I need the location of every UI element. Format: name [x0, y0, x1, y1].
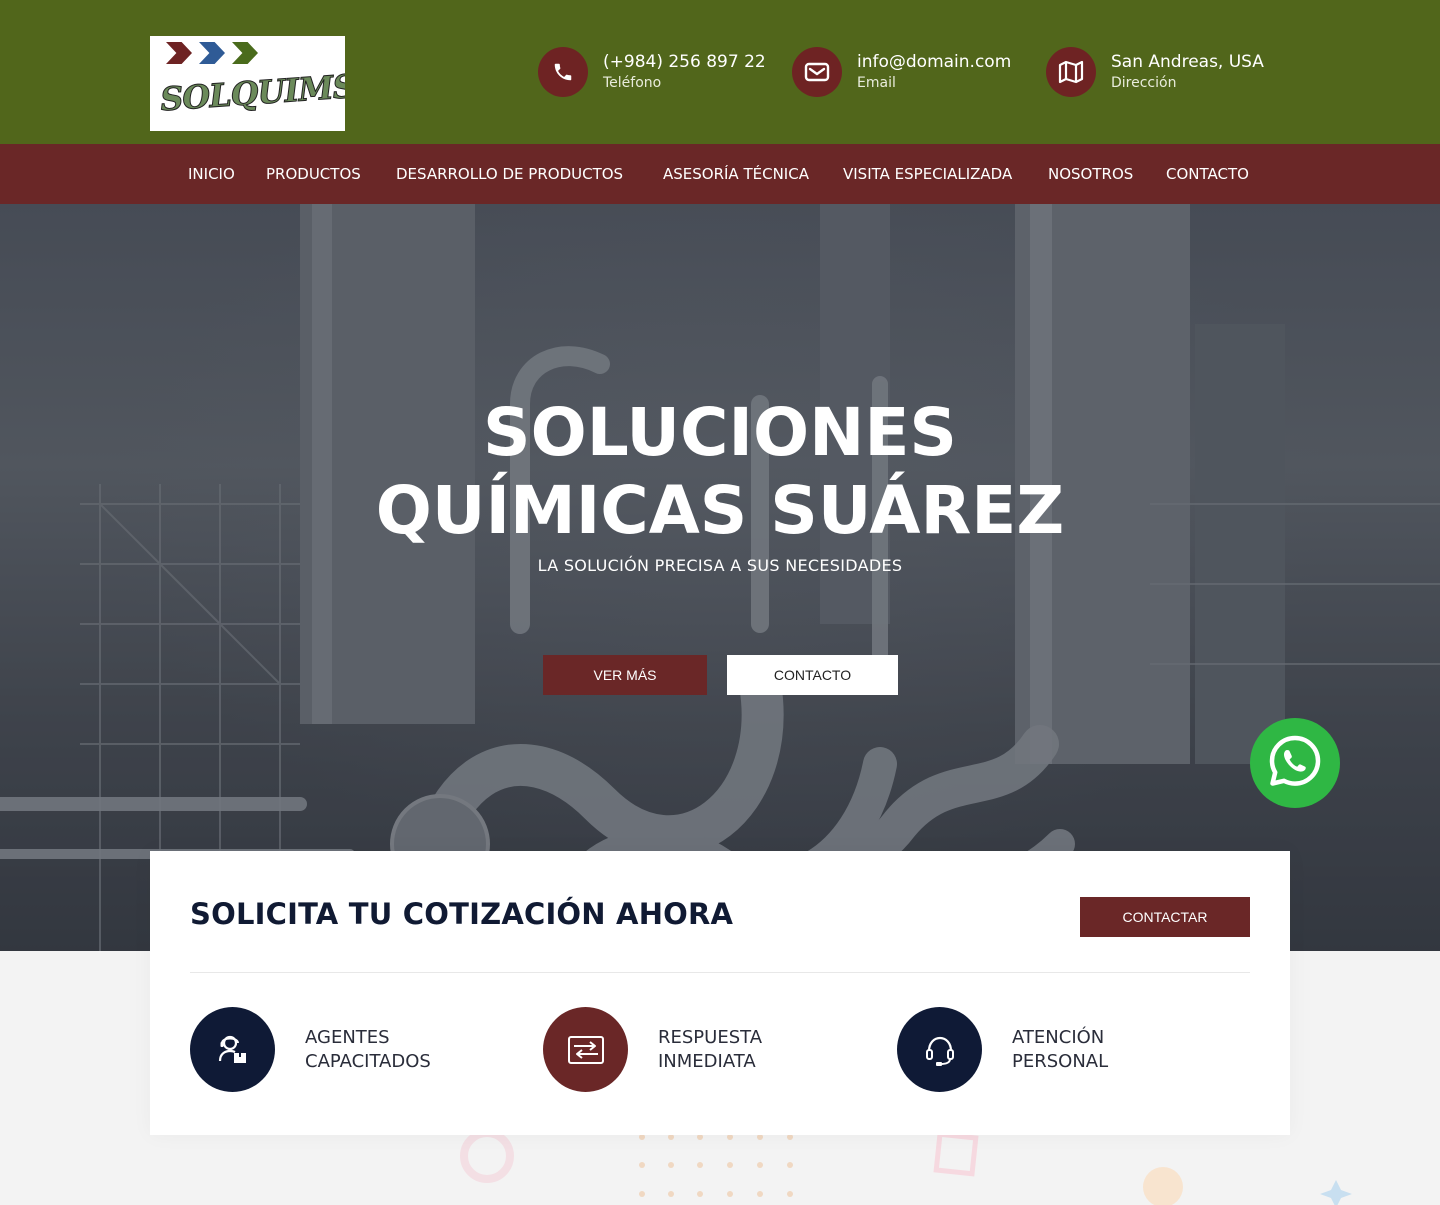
agent-box-icon: [190, 1007, 275, 1092]
nav-item-contacto[interactable]: CONTACTO: [1166, 144, 1249, 204]
bottom-decorations: [460, 1130, 1352, 1205]
hero-subtitle: LA SOLUCIÓN PRECISA A SUS NECESIDADES: [537, 556, 903, 575]
logo-chevron-red: [166, 42, 192, 64]
hero-title-line1: SOLUCIONES: [483, 394, 957, 471]
header-phone[interactable]: (+984) 256 897 22 Teléfono: [538, 47, 766, 97]
address-label: Dirección: [1111, 75, 1177, 91]
feature-respuesta-line1: RESPUESTA: [658, 1026, 763, 1048]
site-logo[interactable]: SOLQUIMSUA: [150, 36, 345, 131]
phone-icon: [538, 47, 588, 97]
feature-atencion-line1: ATENCIÓN: [1012, 1026, 1105, 1048]
transfer-icon: [543, 1007, 628, 1092]
contactar-button[interactable]: CONTACTAR: [1080, 897, 1250, 937]
quote-divider: [190, 972, 1250, 973]
top-header: SOLQUIMSUA (+984) 256 897 22 Teléfono in…: [0, 0, 1440, 144]
nav-item-visita[interactable]: VISITA ESPECIALIZADA: [843, 144, 1012, 204]
whatsapp-button[interactable]: [1250, 718, 1340, 808]
hero-title: SOLUCIONES QUÍMICAS SUÁREZ: [0, 394, 1440, 550]
quote-card: SOLICITA TU COTIZACIÓN AHORA CONTACTAR A…: [150, 851, 1290, 1135]
feature-agentes-line1: AGENTES: [305, 1026, 390, 1048]
header-address[interactable]: San Andreas, USA Dirección: [1046, 47, 1264, 97]
envelope-icon: [792, 47, 842, 97]
feature-atencion-line2: PERSONAL: [1012, 1050, 1109, 1072]
ver-mas-button[interactable]: VER MÁS: [543, 655, 707, 695]
feature-atencion: ATENCIÓN PERSONAL: [897, 1007, 1182, 1092]
header-email[interactable]: info@domain.com Email: [792, 47, 1011, 97]
email-label: Email: [857, 75, 896, 91]
feature-agentes: AGENTES CAPACITADOS: [190, 1007, 475, 1092]
phone-number: (+984) 256 897 22: [603, 52, 766, 72]
feature-agentes-line2: CAPACITADOS: [305, 1050, 431, 1072]
nav-item-productos[interactable]: PRODUCTOS: [266, 144, 361, 204]
hero-contacto-button[interactable]: CONTACTO: [727, 655, 898, 695]
logo-chevron-green: [232, 42, 258, 64]
map-icon: [1046, 47, 1096, 97]
main-nav: INICIO PRODUCTOS DESARROLLO DE PRODUCTOS…: [0, 144, 1440, 204]
nav-item-desarrollo[interactable]: DESARROLLO DE PRODUCTOS: [396, 144, 623, 204]
feature-respuesta: RESPUESTA INMEDIATA: [543, 1007, 828, 1092]
nav-item-inicio[interactable]: INICIO: [188, 144, 235, 204]
hero-title-line2: QUÍMICAS SUÁREZ: [375, 472, 1065, 549]
whatsapp-icon: [1267, 733, 1323, 793]
address-value: San Andreas, USA: [1111, 52, 1264, 72]
nav-item-asesoria[interactable]: ASESORÍA TÉCNICA: [663, 144, 809, 204]
logo-text: SOLQUIMSUA: [158, 63, 345, 119]
headset-icon: [897, 1007, 982, 1092]
logo-chevron-blue: [199, 42, 225, 64]
phone-label: Teléfono: [603, 75, 662, 91]
quote-title: SOLICITA TU COTIZACIÓN AHORA: [190, 897, 734, 931]
email-address: info@domain.com: [857, 52, 1012, 72]
feature-respuesta-line2: INMEDIATA: [658, 1050, 756, 1072]
hero-overlay: [0, 204, 1440, 951]
hero-section: SOLUCIONES QUÍMICAS SUÁREZ LA SOLUCIÓN P…: [0, 204, 1440, 951]
nav-item-nosotros[interactable]: NOSOTROS: [1048, 144, 1133, 204]
